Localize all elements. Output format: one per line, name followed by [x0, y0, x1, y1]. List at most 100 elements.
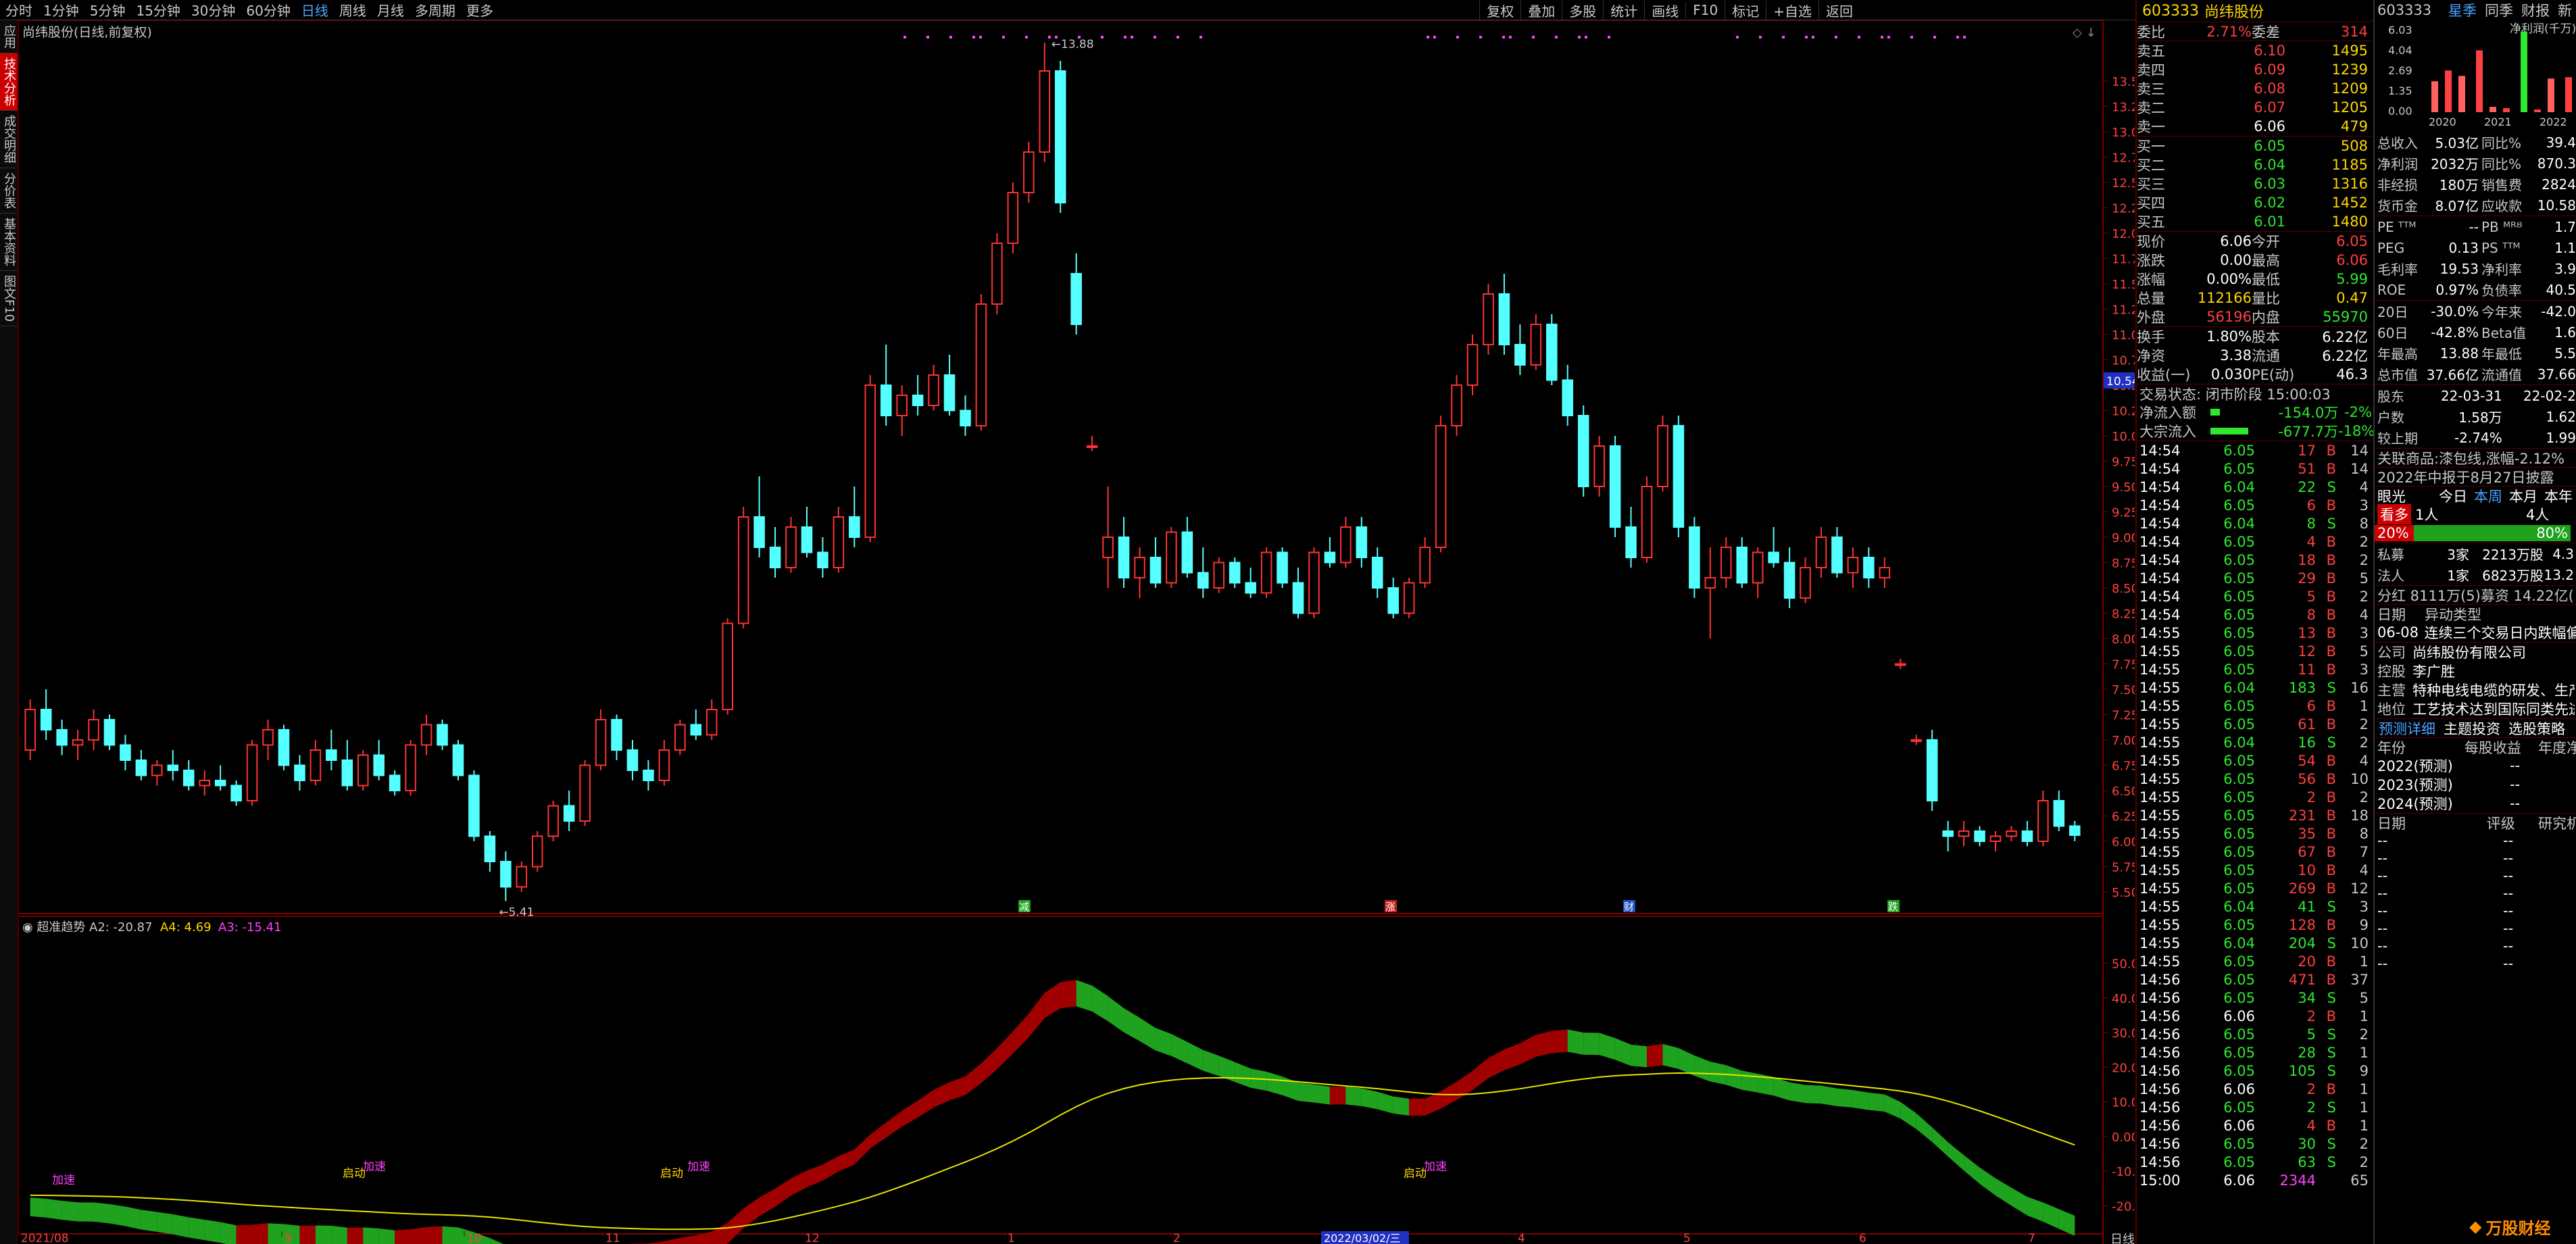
candle — [1752, 547, 1764, 598]
stat-label: PE(动) — [2252, 367, 2295, 383]
timeframe-tab-10[interactable]: 更多 — [461, 0, 499, 20]
info-link-1[interactable]: 主题投资 — [2439, 718, 2504, 739]
candle-body — [1657, 425, 1668, 487]
sentiment-tab-2[interactable]: 本月 — [2506, 486, 2541, 506]
left-tab-5[interactable]: 图文F10 — [0, 271, 18, 327]
tick-side: S — [2327, 734, 2336, 751]
event-marker[interactable]: 减 — [1019, 901, 1029, 913]
candle-body — [785, 526, 797, 568]
stat-label: 换手 — [2137, 329, 2165, 345]
val-cell: 净利率 — [2481, 262, 2522, 278]
timeframe-tab-4[interactable]: 30分钟 — [186, 0, 241, 20]
tick-price: 6.04 — [2223, 935, 2255, 951]
flow-value: -677.7万 — [2278, 424, 2338, 440]
event-marker[interactable]: 跌 — [1888, 901, 1898, 913]
event-marker[interactable]: 财 — [1624, 901, 1634, 913]
candle — [389, 770, 401, 796]
candle — [1387, 578, 1400, 618]
toolbar-button-5[interactable]: F10 — [1685, 2, 1725, 18]
trend-band-segment — [1520, 1035, 1536, 1065]
indicator-name[interactable]: ◉ 超准趋势 — [22, 920, 85, 935]
timeframe-tab-5[interactable]: 60分钟 — [241, 0, 295, 20]
tick-volume: 16 — [2298, 734, 2316, 751]
info-tab-0[interactable]: 星季 — [2444, 0, 2481, 20]
timeframe-tab-8[interactable]: 月线 — [372, 0, 410, 20]
left-tab-3[interactable]: 分价表 — [0, 168, 18, 214]
candle-body — [1419, 547, 1431, 584]
left-tab-1[interactable]: 技术分析 — [0, 53, 18, 111]
candle-body — [1039, 70, 1051, 153]
info-link-0[interactable]: 预测详细 — [2375, 718, 2439, 739]
tick-count: 7 — [2359, 843, 2369, 860]
kline-chart-area[interactable]: 尚纬股份(日线,前复权) ◇ ↓ 13.50 13.25 13.00 12.75 12.50… — [18, 20, 2151, 1244]
toolbar-button-7[interactable]: +自选 — [1766, 0, 1818, 20]
timeframe-tab-7[interactable]: 周线 — [334, 0, 372, 20]
related-commodity[interactable]: 关联商品:漆包线,涨幅-2.12% — [2375, 448, 2576, 467]
tick-row: 14:56 6.05 28 S 1 — [2137, 1043, 2372, 1062]
sentiment-label: 眼光 — [2377, 488, 2406, 505]
bull-bear-bar: 20% 80% — [2375, 524, 2576, 543]
candle — [357, 750, 369, 791]
indicator-tick-label: -10.00 — [2112, 1165, 2135, 1179]
event-dot — [1025, 36, 1028, 39]
toolbar-button-1[interactable]: 叠加 — [1520, 0, 1562, 20]
candle — [1514, 324, 1526, 375]
timeframe-tab-6[interactable]: 日线 — [296, 0, 334, 20]
tick-volume: 34 — [2298, 989, 2316, 1006]
stat-value: 6.06 — [2220, 233, 2252, 249]
event-marker[interactable]: 涨 — [1385, 901, 1395, 913]
tick-price: 6.05 — [2223, 551, 2255, 568]
toolbar-button-2[interactable]: 多股 — [1562, 0, 1603, 20]
ask-row: 卖五 6.10 1495 — [2137, 41, 2372, 60]
timeframe-tab-2[interactable]: 5分钟 — [84, 0, 131, 20]
left-tab-0[interactable]: 应用 — [0, 20, 18, 53]
left-tab-2[interactable]: 成交明细 — [0, 111, 18, 168]
info-tab-1[interactable]: 同季 — [2481, 0, 2517, 20]
tick-list[interactable]: 14:54 6.05 17 B 14 14:54 6.05 51 B 14 14:54 6.04 22 S… — [2137, 441, 2372, 1189]
trend-band-segment — [1076, 980, 1093, 1012]
timeframe-tab-3[interactable]: 15分钟 — [130, 0, 185, 20]
stat-value: 6.22亿 — [2322, 329, 2368, 345]
timeframe-tab-0[interactable]: 分时 — [0, 0, 38, 20]
date-tick-label: 5 — [1683, 1232, 1691, 1244]
toolbar-button-8[interactable]: 返回 — [1818, 0, 1860, 20]
perf-cell: 总市值 — [2377, 367, 2418, 383]
timeframe-tab-9[interactable]: 多周期 — [410, 0, 461, 20]
rating-row: -- -- — [2375, 867, 2576, 885]
tick-volume: 51 — [2298, 460, 2316, 477]
info-tab-3[interactable]: 新 — [2554, 0, 2576, 20]
trend-band-segment — [1298, 1083, 1314, 1103]
trend-band-segment — [141, 1210, 157, 1233]
sentiment-tab-1[interactable]: 本周 — [2471, 486, 2506, 506]
price-tick-label: 7.25 — [2112, 709, 2135, 723]
holders-cell: 22-03-31 — [2440, 387, 2502, 404]
toolbar-button-3[interactable]: 统计 — [1603, 0, 1644, 20]
fin-cell: 39.4 — [2546, 134, 2576, 151]
rating-head-cell: 评级 — [2486, 815, 2515, 832]
left-tab-4[interactable]: 基本资料 — [0, 214, 18, 271]
candle-body — [1197, 572, 1209, 589]
sentiment-tab-3[interactable]: 本年 — [2541, 486, 2576, 506]
bull-pct: 20% — [2375, 525, 2414, 541]
ask-volume: 1209 — [2331, 80, 2368, 97]
price-tick-label: 6.00 — [2112, 835, 2135, 849]
price-tick-label: 11.50 — [2112, 278, 2135, 292]
event-dot — [972, 36, 975, 39]
timeframe-tab-1[interactable]: 1分钟 — [38, 0, 84, 20]
tick-count: 9 — [2359, 1062, 2369, 1079]
ask-volume: 1205 — [2331, 99, 2368, 116]
tick-row: 14:56 6.05 471 B 37 — [2137, 970, 2372, 989]
candle — [1974, 826, 1985, 847]
rating-row: -- -- — [2375, 955, 2576, 972]
toolbar-button-4[interactable]: 画线 — [1644, 0, 1685, 20]
kline-chart-svg[interactable]: 尚纬股份(日线,前复权) ◇ ↓ 13.50 13.25 13.00 12.75 12.50… — [18, 20, 2151, 1244]
toolbar-button-6[interactable]: 标记 — [1725, 0, 1766, 20]
stat-value: 112166 — [2197, 290, 2252, 306]
tick-volume: 2 — [2306, 1099, 2316, 1116]
candle-body — [1768, 551, 1779, 564]
sentiment-tab-0[interactable]: 今日 — [2435, 486, 2471, 506]
chart-options-icon[interactable]: ◇ ↓ — [2073, 26, 2096, 40]
info-tab-2[interactable]: 财报 — [2517, 0, 2554, 20]
toolbar-button-0[interactable]: 复权 — [1479, 0, 1520, 20]
info-link-2[interactable]: 选股策略 — [2504, 718, 2569, 739]
